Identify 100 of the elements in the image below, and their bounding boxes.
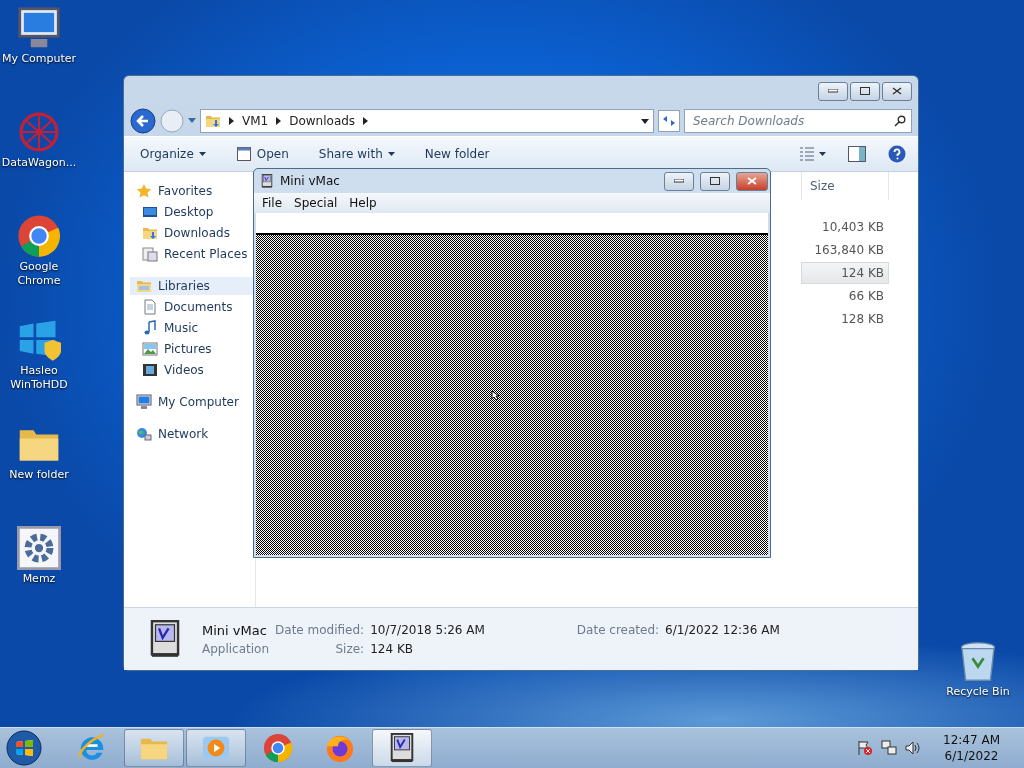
maximize-icon <box>710 177 720 185</box>
nav-item[interactable]: Music <box>130 319 255 337</box>
speaker-icon[interactable] <box>905 740 922 756</box>
window-title: Mini vMac <box>280 174 341 188</box>
toolbar-button[interactable]: Open <box>231 144 293 164</box>
detail-value: 10/7/2018 5:26 AM <box>370 623 485 637</box>
toolbar-button[interactable]: Organize <box>136 145 210 163</box>
desktop-shortcut[interactable]: New folder <box>0 422 78 508</box>
address-bar[interactable]: VM1 Downloads <box>200 109 654 133</box>
search-field[interactable]: Search Downloads <box>684 109 912 133</box>
file-name: Mini vMac <box>202 622 268 638</box>
window-icon <box>235 146 252 162</box>
pictures-icon <box>142 341 158 357</box>
shortcut-label: Recycle Bin <box>946 685 1010 699</box>
menu-item[interactable]: Help <box>345 196 381 210</box>
nav-item[interactable]: Network <box>130 425 255 443</box>
desktop-shortcut[interactable]: My Computer <box>0 6 78 92</box>
network-icon <box>136 426 152 442</box>
start-button[interactable] <box>4 729 44 767</box>
desktop-shortcut[interactable]: DataWagon... <box>0 110 78 196</box>
star-icon <box>136 183 152 199</box>
chrome-icon <box>263 733 293 763</box>
menu-item[interactable]: Special <box>290 196 342 210</box>
computer-icon <box>17 6 61 50</box>
view-options-icon[interactable] <box>800 147 826 161</box>
computer-icon <box>136 394 152 410</box>
maximize-button[interactable] <box>850 81 880 101</box>
chevron-icon <box>229 117 234 125</box>
nav-item[interactable]: Downloads <box>130 224 255 242</box>
detail-value: 124 KB <box>370 641 414 656</box>
menu-item[interactable]: File <box>258 196 287 210</box>
cursor-icon <box>491 390 500 401</box>
search-icon <box>894 115 906 127</box>
network-icon[interactable] <box>881 740 898 756</box>
downloads-folder-icon <box>205 113 221 129</box>
desktop-shortcut[interactable]: Memz <box>0 526 78 612</box>
app-icon[interactable] <box>260 174 274 188</box>
nav-item[interactable]: Videos <box>130 361 255 379</box>
toolbar-button[interactable]: Share with <box>314 145 399 163</box>
breadcrumb-item[interactable]: Downloads <box>289 114 356 128</box>
caret-icon <box>198 152 206 156</box>
shortcut-label: Google Chrome <box>16 260 62 288</box>
taskbar-button[interactable] <box>372 729 432 767</box>
shortcut-label: New folder <box>9 468 69 482</box>
nav-item[interactable]: Favorites <box>130 182 255 200</box>
nav-item[interactable]: Pictures <box>130 340 255 358</box>
help-icon[interactable] <box>888 145 906 163</box>
recent-places-icon <box>142 246 158 262</box>
document-icon <box>142 299 158 315</box>
toolbar-button[interactable]: New folder <box>420 145 494 163</box>
close-icon <box>747 177 757 185</box>
gear-icon <box>17 526 61 570</box>
size-cell[interactable]: 66 KB <box>801 285 889 307</box>
nav-item[interactable]: Libraries <box>130 277 255 295</box>
back-button[interactable] <box>130 108 156 134</box>
file-type: Application <box>202 641 270 656</box>
size-cell[interactable]: 163,840 KB <box>801 239 889 261</box>
chevron-icon <box>363 117 369 125</box>
size-cell[interactable]: 124 KB <box>801 262 889 284</box>
shortcut-label: My Computer <box>1 52 77 66</box>
detail-value: 6/1/2022 12:36 AM <box>665 623 780 637</box>
clock[interactable]: 12:47 AM 6/1/2022 <box>943 732 1000 764</box>
nav-item[interactable]: Desktop <box>130 203 255 221</box>
caret-icon[interactable] <box>641 118 649 124</box>
minimize-icon <box>828 89 838 93</box>
desktop-shortcut[interactable]: Google Chrome <box>0 214 78 300</box>
downloads-folder-icon <box>142 225 158 241</box>
web-icon <box>17 110 61 154</box>
firefox-icon[interactable] <box>325 733 355 763</box>
nav-item[interactable]: My Computer <box>130 393 255 411</box>
film-icon <box>142 362 158 378</box>
size-cell[interactable]: 128 KB <box>801 308 889 330</box>
maximize-button[interactable] <box>700 171 730 191</box>
size-cell[interactable]: 10,403 KB <box>801 216 889 238</box>
breadcrumb-item[interactable]: VM1 <box>242 114 269 128</box>
shortcut-label: Hasleo WinToHDD <box>9 364 69 392</box>
close-button[interactable] <box>882 81 912 101</box>
close-button[interactable] <box>736 171 768 191</box>
detail-label: Date created: <box>576 623 660 637</box>
preview-pane-icon[interactable] <box>848 146 866 162</box>
library-icon <box>136 278 152 294</box>
desktop-icon <box>142 204 158 220</box>
minimize-button[interactable] <box>664 171 694 191</box>
nav-item[interactable]: Recent Places <box>130 245 255 263</box>
shortcut-label: DataWagon... <box>1 156 77 170</box>
chrome-icon <box>17 214 61 258</box>
music-note-icon <box>142 320 158 336</box>
detail-label: Date modified: <box>275 623 365 637</box>
refresh-button[interactable] <box>658 110 680 132</box>
close-icon <box>892 87 902 95</box>
minimize-button[interactable] <box>818 81 848 101</box>
desktop-shortcut[interactable]: Hasleo WinToHDD <box>0 318 78 404</box>
nav-item[interactable]: Documents <box>130 298 255 316</box>
maximize-icon <box>860 87 870 95</box>
minimize-icon <box>674 179 684 183</box>
shortcut-label: Memz <box>22 572 56 586</box>
flag-icon[interactable] <box>857 740 874 756</box>
windows-shield-icon <box>17 318 61 362</box>
detail-label: Size: <box>334 641 365 656</box>
column-header[interactable]: Size <box>801 172 889 200</box>
